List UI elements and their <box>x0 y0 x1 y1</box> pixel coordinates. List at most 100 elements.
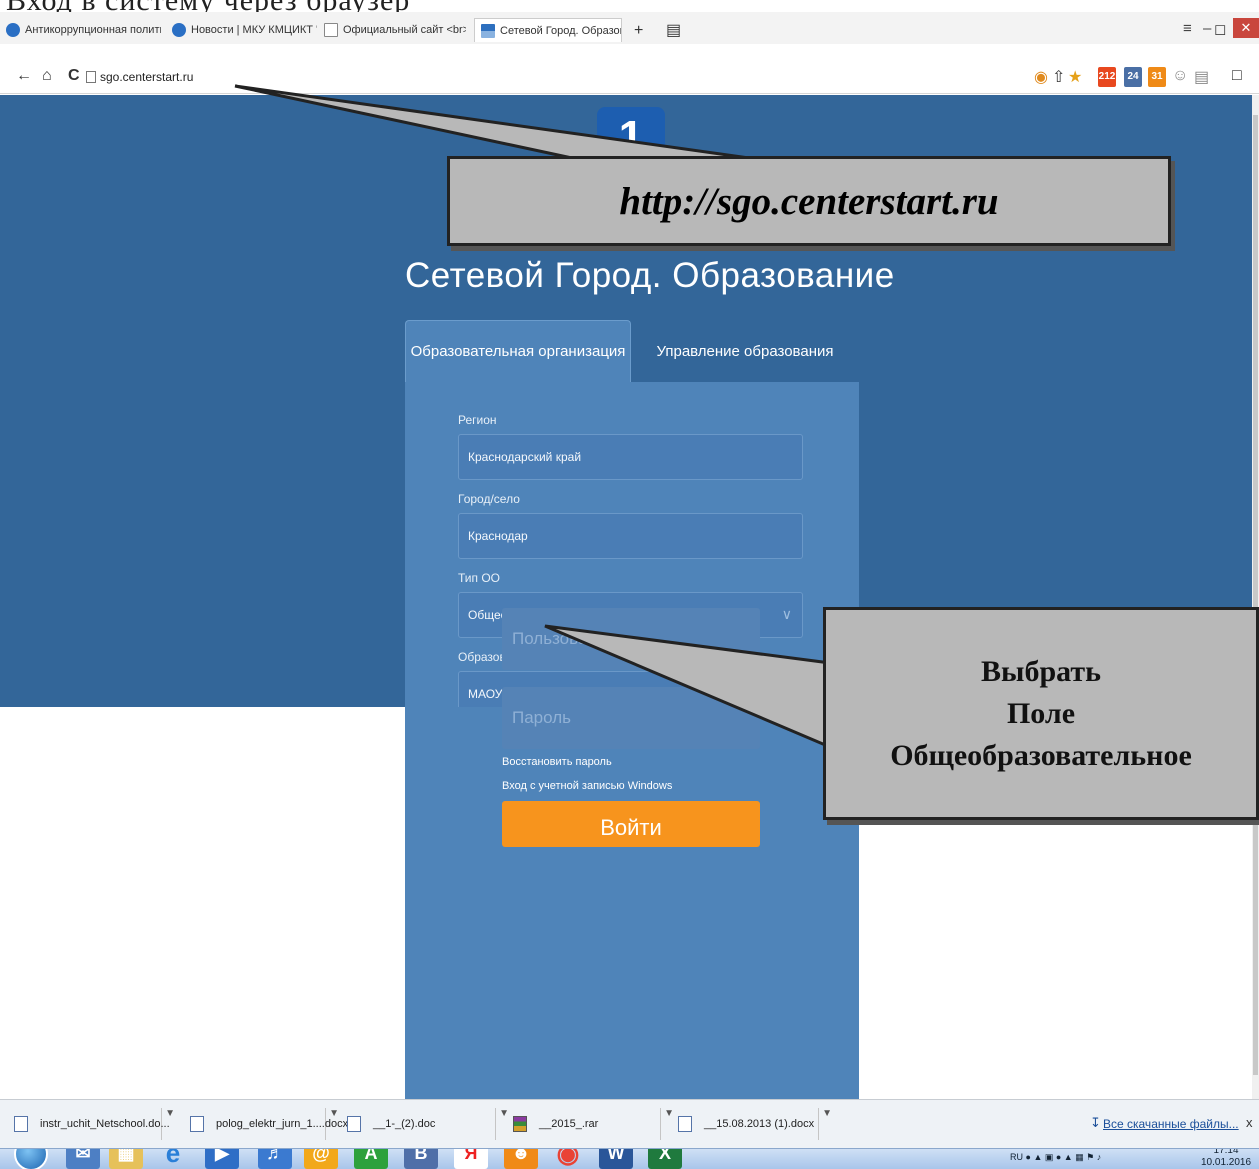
chevron-down-icon: ∨ <box>781 606 792 622</box>
browser-tabstrip: Антикоррупционная полити Новости | МКУ К… <box>0 12 1259 44</box>
vk-badge[interactable]: 24 <box>1124 67 1142 87</box>
rar-archive-icon <box>513 1116 527 1132</box>
windows-login-link[interactable]: Вход с учетной записью Windows <box>502 780 672 792</box>
url-callout: http://sgo.centerstart.ru <box>447 156 1171 246</box>
menu-icon[interactable]: ≡ <box>1183 20 1192 37</box>
chevron-down-icon[interactable]: ▼ <box>165 1108 175 1119</box>
login-panel: Регион Краснодарский край Город/село Кра… <box>405 382 859 707</box>
browser-tab-label: Новости | МКУ КМЦИКТ "СТ <box>191 24 317 36</box>
browser-tab-label: Официальный сайт <br> МБ <box>343 24 466 36</box>
mail-icon[interactable]: ✉ <box>66 1149 100 1169</box>
city-select[interactable]: Краснодар <box>458 513 803 559</box>
downloads-bar: instr_uchit_Netschool.do... ▼ polog_elek… <box>0 1099 1259 1148</box>
odnoklassniki-icon[interactable]: ☻ <box>504 1149 538 1169</box>
chevron-down-icon: ∨ <box>781 685 792 701</box>
sidebar-toggle-icon[interactable]: □ <box>1232 67 1242 85</box>
city-label: Город/село <box>458 492 520 506</box>
restore-password-link[interactable]: Восстановить пароль <box>502 756 612 768</box>
new-tab-button[interactable]: + <box>634 22 643 40</box>
start-button[interactable] <box>14 1149 48 1169</box>
org-select[interactable]: МАОУ СОШ № 75 ∨ <box>458 671 803 707</box>
city-value: Краснодар <box>468 529 528 543</box>
app-a-button[interactable]: A <box>354 1149 388 1169</box>
browser-tab-3[interactable]: Официальный сайт <br> МБ <box>324 18 466 42</box>
folder-icon[interactable]: ▦ <box>109 1149 143 1169</box>
region-value: Краснодарский край <box>468 450 582 464</box>
mail-ru-icon[interactable]: @ <box>304 1149 338 1169</box>
word-doc-icon <box>347 1116 361 1132</box>
word-doc-icon <box>190 1116 204 1132</box>
tab-list-icon[interactable]: ▤ <box>666 22 681 40</box>
word-icon[interactable]: W <box>599 1149 633 1169</box>
system-tray[interactable]: RU ● ▲ ▣ ● ▲ ▦ ⚑ ♪ <box>1010 1152 1101 1163</box>
callout-line: Выбрать <box>981 654 1101 688</box>
document-icon <box>324 23 338 37</box>
browser-tab-2[interactable]: Новости | МКУ КМЦИКТ "СТ <box>172 18 317 42</box>
home-icon[interactable]: ⌂ <box>42 67 52 85</box>
browser-tab-active[interactable]: Сетевой Город. Образовани <box>474 18 622 42</box>
address-url: sgo.centerstart.ru <box>100 70 194 84</box>
type-value: Общеобразовательная <box>468 608 597 622</box>
org-label: Образовательная организация <box>458 650 630 664</box>
region-select[interactable]: Краснодарский край <box>458 434 803 480</box>
address-bar[interactable]: sgo.centerstart.ru <box>86 66 1026 88</box>
extension-icon[interactable]: ◉ <box>1034 67 1048 87</box>
chevron-down-icon[interactable]: ▼ <box>822 1108 832 1119</box>
tab-administration[interactable]: Управление образования <box>631 320 859 382</box>
minimize-icon[interactable]: – <box>1203 20 1211 37</box>
drupal-icon <box>6 23 20 37</box>
word-doc-icon <box>678 1116 692 1132</box>
callout-line: Общеобразовательное <box>890 738 1192 772</box>
browser-tab-1[interactable]: Антикоррупционная полити <box>6 18 161 42</box>
scroll-thumb[interactable] <box>1253 115 1258 1075</box>
login-panel-lower: Пользователь Пароль Восстановить пароль … <box>405 608 859 1099</box>
org-value: МАОУ СОШ № 75 <box>468 687 568 701</box>
taskbar-clock[interactable]: 17:14 10.01.2016 <box>1201 1148 1252 1169</box>
page-icon <box>86 71 96 83</box>
browser-tab-label: Антикоррупционная полити <box>25 24 161 36</box>
clock-time: 17:14 <box>1213 1148 1239 1156</box>
download-item[interactable]: polog_elektr_jurn_1....docx ▼ <box>176 1108 348 1140</box>
reload-icon[interactable]: C <box>68 67 80 85</box>
mail-badge[interactable]: 212 <box>1098 67 1116 87</box>
share-icon[interactable]: ⇧ <box>1052 67 1065 87</box>
language-indicator[interactable]: RU <box>1010 1152 1023 1162</box>
download-name: __1-_(2).doc <box>373 1118 436 1130</box>
back-arrow-icon[interactable]: ← <box>16 67 32 85</box>
download-name: polog_elektr_jurn_1....docx <box>216 1118 349 1130</box>
browser-toolbar: ← ⌂ C sgo.centerstart.ru ◉ ⇧ ★ 212 24 31… <box>0 60 1259 94</box>
clock-date: 10.01.2016 <box>1201 1157 1252 1168</box>
excel-icon[interactable]: X <box>648 1149 682 1169</box>
ok-badge[interactable]: 31 <box>1148 67 1166 87</box>
download-name: __15.08.2013 (1).docx <box>704 1118 815 1130</box>
pocket-icon[interactable]: ▤ <box>1194 67 1209 87</box>
app-yandex-button[interactable]: Я <box>454 1149 488 1169</box>
site-favicon-icon <box>481 23 495 38</box>
chrome-icon[interactable]: ◉ <box>551 1149 585 1169</box>
close-window-icon[interactable]: ✕ <box>1233 18 1259 38</box>
all-downloads-link[interactable]: Все скачанные файлы... <box>1103 1117 1239 1131</box>
password-placeholder: Пароль <box>512 708 571 727</box>
tab-school[interactable]: Образовательная организация <box>405 320 631 382</box>
login-button[interactable]: Войти <box>502 801 760 847</box>
media-player-icon[interactable]: ▶ <box>205 1149 239 1169</box>
screenshot-root: Вход в систему через браузер Антикоррупц… <box>0 0 1259 1169</box>
smiley-icon[interactable]: ☺ <box>1172 67 1188 85</box>
download-item[interactable]: __1-_(2).doc ▼ <box>333 1108 509 1140</box>
restore-icon[interactable]: ◻ <box>1214 20 1226 38</box>
download-item[interactable]: __15.08.2013 (1).docx ▼ <box>664 1108 832 1140</box>
download-item[interactable]: __2015_.rar ▼ <box>499 1108 674 1140</box>
tray-icons: ● ▲ ▣ ● ▲ ▦ ⚑ ♪ <box>1025 1152 1102 1162</box>
speaker-icon[interactable]: ♬ <box>258 1149 292 1169</box>
download-name: __2015_.rar <box>539 1118 599 1130</box>
type-select[interactable]: Общеобразовательная ∨ <box>458 592 803 638</box>
download-name: instr_uchit_Netschool.do... <box>40 1118 170 1130</box>
bookmark-star-icon[interactable]: ★ <box>1068 67 1082 87</box>
app-vk-button[interactable]: B <box>404 1149 438 1169</box>
close-downloads-button[interactable]: x <box>1246 1115 1253 1130</box>
page-scrollbar[interactable] <box>1252 95 1259 1099</box>
download-item[interactable]: instr_uchit_Netschool.do... ▼ <box>0 1108 175 1140</box>
page-title: Сетевой Город. Образование <box>405 256 895 295</box>
ie-icon[interactable]: e <box>156 1149 190 1169</box>
browser-tab-label: Сетевой Город. Образовани <box>500 24 621 37</box>
